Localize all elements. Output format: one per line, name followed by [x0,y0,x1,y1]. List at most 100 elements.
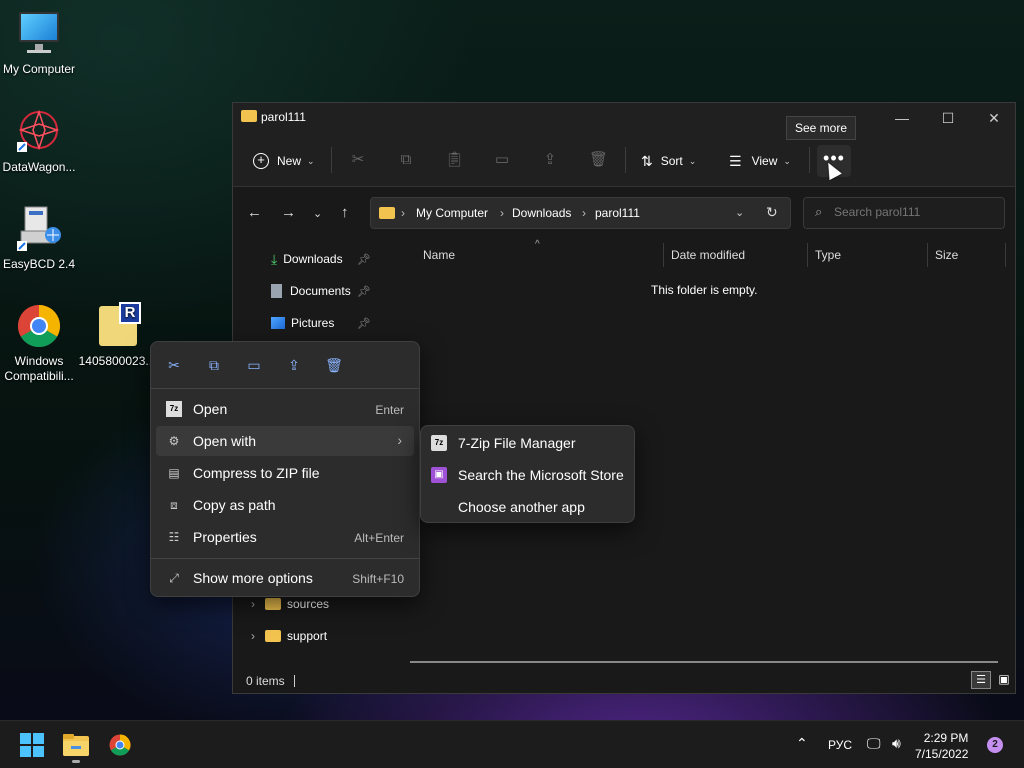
chevron-down-icon: ⌄ [307,155,315,166]
folder-icon [241,110,257,122]
rename-icon[interactable]: ▭ [493,151,511,169]
address-bar[interactable]: › My Computer › Downloads › parol111 ⌄ ↻ [370,197,791,229]
title-bar[interactable]: parol111 — ☐ ✕ [233,103,1015,133]
sidebar-item-label: Downloads [283,252,343,266]
recent-locations-chevron-icon[interactable]: ⌄ [313,207,322,220]
menu-item-show-more-options[interactable]: ⤢ Show more options Shift+F10 [156,563,414,593]
paste-icon[interactable]: 📋︎ [445,151,464,169]
menu-item-open-with[interactable]: ⚙ Open with › [156,426,414,456]
breadcrumb-separator: › [500,206,504,220]
chevron-down-icon: ⌄ [688,155,697,166]
sidebar-item-pictures[interactable]: Pictures 📌︎ [271,312,371,334]
submenu-item-microsoft-store[interactable]: ▣ Search the Microsoft Store [425,460,630,490]
back-arrow-icon[interactable]: ← [247,204,262,221]
desktop-icon-easybcd[interactable]: EasyBCD 2.4 [0,205,78,272]
pin-icon: 📌︎ [357,285,371,298]
refresh-icon[interactable]: ↻ [766,204,778,221]
column-date-modified[interactable]: Date modified [671,248,745,262]
cut-icon[interactable]: ✂ [165,356,183,374]
sidebar-item-downloads[interactable]: ⤓ Downloads 📌︎ [271,248,371,270]
address-dropdown-chevron-icon[interactable]: ⌄ [735,206,744,219]
new-label: New [277,154,302,168]
menu-item-properties[interactable]: ☷ Properties Alt+Enter [156,522,414,552]
see-more-tooltip: See more [786,116,857,140]
desktop-icon-windows-compatibility[interactable]: Windows Compatibili... [0,302,78,384]
breadcrumb-my-computer[interactable]: My Computer [416,206,488,220]
up-arrow-icon[interactable]: ↑ [341,204,349,221]
column-name[interactable]: Name [423,248,455,262]
open-with-icon: ⚙ [168,434,180,448]
sidebar-item-label: support [287,629,328,643]
sidebar-item-label: Pictures [291,316,335,330]
divider [809,147,810,173]
chevron-right-icon: › [251,629,255,643]
pin-icon: 📌︎ [357,253,371,266]
desktop-icon-label: EasyBCD 2.4 [2,257,76,271]
forward-arrow-icon[interactable]: → [281,204,296,221]
submenu-item-label: Search the Microsoft Store [458,467,624,483]
menu-item-label: Properties [193,529,257,545]
sidebar-item-support[interactable]: › support [251,625,327,647]
column-divider[interactable] [927,243,928,267]
properties-icon: ☷ [168,530,180,544]
start-button[interactable] [12,727,52,763]
column-type[interactable]: Type [815,248,841,262]
sort-button[interactable]: ⇅ Sort ⌄ [641,151,696,171]
menu-item-copy-as-path[interactable]: ⧈ Copy as path [156,490,414,520]
menu-item-compress-zip[interactable]: ▤ Compress to ZIP file [156,458,414,488]
copy-icon[interactable]: ⧉ [397,151,415,169]
breadcrumb-parol111[interactable]: parol111 [595,206,640,220]
column-divider[interactable] [1005,243,1006,267]
view-button[interactable]: ☰ View ⌄ [729,151,791,171]
folder-icon [265,598,281,610]
column-divider[interactable] [807,243,808,267]
status-divider [294,675,295,687]
cut-icon[interactable]: ✂ [349,151,367,169]
copy-icon[interactable]: ⧉ [205,356,223,374]
folder-icon [265,630,281,642]
taskbar-file-explorer[interactable] [56,727,96,763]
network-icon[interactable]: 🖵︎ [867,735,881,752]
large-icons-view-icon[interactable]: ▣ [995,671,1013,689]
datawagon-icon [15,108,63,156]
search-box[interactable]: ⌕ [803,197,1005,229]
breadcrumb-downloads[interactable]: Downloads [512,206,571,220]
chevron-down-icon: ⌄ [783,155,791,166]
desktop-icon-rar-file[interactable]: R 1405800023... [78,302,156,369]
show-hidden-icons-chevron-icon[interactable]: ⌃ [796,735,808,752]
share-icon[interactable]: ⇪ [541,151,559,169]
taskbar-chrome[interactable] [100,727,140,763]
horizontal-scrollbar[interactable] [410,661,998,663]
minimize-button[interactable]: — [879,103,925,133]
sort-icon: ⇅ [641,152,653,169]
close-button[interactable]: ✕ [971,103,1017,133]
menu-item-open[interactable]: 7z Open Enter [156,394,414,424]
sidebar-item-label: sources [287,597,330,611]
notification-badge[interactable]: 2 [987,737,1003,753]
active-app-indicator [72,760,80,763]
monitor-icon [15,10,63,58]
search-input[interactable] [834,205,999,219]
clock[interactable]: 2:29 PM 7/15/2022 [915,730,968,762]
share-icon[interactable]: ⇪ [285,356,303,374]
new-button[interactable]: + New ⌄ [253,151,315,171]
desktop-icon-my-computer[interactable]: My Computer [0,10,78,77]
column-size[interactable]: Size [935,248,958,262]
column-divider[interactable] [663,243,664,267]
divider [625,147,626,173]
submenu-item-label: 7-Zip File Manager [458,435,576,451]
desktop-icon-label: DataWagon... [2,160,76,174]
chevron-right-icon: › [251,597,255,611]
delete-icon[interactable]: 🗑︎ [589,151,608,169]
submenu-item-7zip[interactable]: 7z 7-Zip File Manager [425,428,630,458]
volume-icon[interactable]: 🔊︎ [892,735,901,752]
maximize-button[interactable]: ☐ [925,103,971,133]
rename-icon[interactable]: ▭ [245,356,263,374]
column-headers: Name ^ Date modified Type Size [391,239,1015,267]
submenu-item-choose-another-app[interactable]: Choose another app [425,492,630,522]
delete-icon[interactable]: 🗑︎ [325,356,343,374]
sidebar-item-documents[interactable]: Documents 📌︎ [271,280,371,302]
language-indicator[interactable]: РУС [828,738,852,752]
desktop-icon-datawagon[interactable]: DataWagon... [0,108,78,175]
details-view-icon[interactable]: ☰ [971,671,991,689]
